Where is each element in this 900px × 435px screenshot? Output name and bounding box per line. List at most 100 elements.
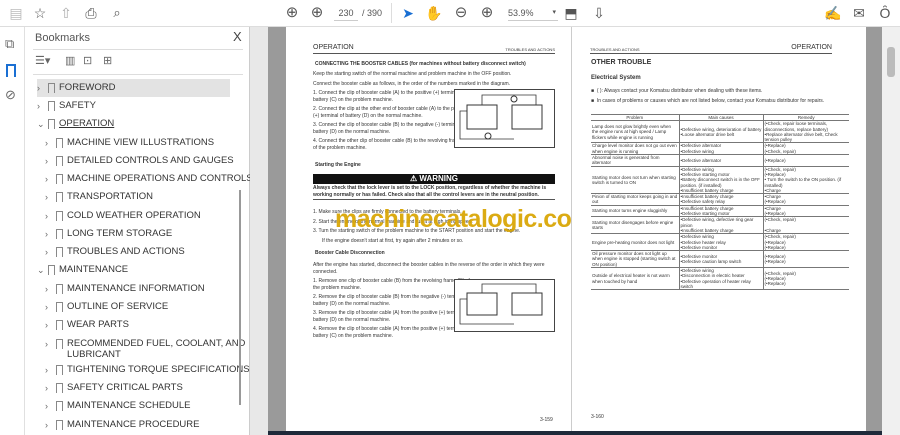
step: 1. Remove one clip of booster cable (B) … bbox=[313, 278, 470, 291]
paragraph: If the engine doesn't start at first, tr… bbox=[322, 238, 464, 244]
warning-banner: ⚠ WARNING bbox=[313, 174, 555, 184]
step: 4. Remove the clip of booster cable (A) … bbox=[313, 326, 470, 339]
options-menu-icon[interactable]: ☰▾ bbox=[35, 54, 50, 67]
zoom-out-icon[interactable]: ⊖ bbox=[452, 4, 470, 22]
chevron-right-icon[interactable]: › bbox=[45, 397, 53, 415]
select-cursor-icon[interactable]: ➤ bbox=[399, 4, 417, 22]
table-row: Starting motor turns engine sluggishly •I… bbox=[591, 204, 849, 217]
chevron-right-icon[interactable]: › bbox=[45, 152, 53, 170]
chevron-right-icon[interactable]: › bbox=[45, 298, 53, 316]
chevron-right-icon[interactable]: › bbox=[45, 335, 53, 353]
panel-gap bbox=[250, 27, 268, 435]
bookmark-item[interactable]: › MACHINE OPERATIONS AND CONTROLS bbox=[45, 170, 253, 188]
bookmark-item[interactable]: ⌄ OPERATION bbox=[37, 115, 230, 133]
bookmark-item[interactable]: › MAINTENANCE PROCEDURE bbox=[45, 416, 230, 434]
chevron-right-icon[interactable]: › bbox=[45, 280, 53, 298]
bookmark-label: MACHINE VIEW ILLUSTRATIONS bbox=[67, 137, 215, 148]
bookmark-icon bbox=[56, 284, 63, 294]
table-cell: •Insufficient battery charge •Defective … bbox=[678, 193, 763, 206]
bookmark-label: MAINTENANCE bbox=[59, 264, 129, 275]
chevron-right-icon[interactable]: › bbox=[45, 207, 53, 225]
document-background bbox=[268, 27, 286, 432]
header-left: TROUBLES AND ACTIONS bbox=[590, 47, 640, 52]
bookmark-item[interactable]: › DETAILED CONTROLS AND GAUGES bbox=[45, 152, 234, 170]
table-cell: Abnormal noise is generated from alterna… bbox=[591, 154, 679, 167]
attachments-icon[interactable]: ⊘ bbox=[5, 87, 16, 103]
step: 2. Remove the clip of booster cable (B) … bbox=[313, 294, 471, 307]
zoom-in-icon[interactable]: ⊕ bbox=[478, 4, 496, 22]
bookmark-item[interactable]: › SAFETY bbox=[37, 97, 230, 115]
chevron-right-icon[interactable]: › bbox=[45, 225, 53, 243]
bookmark-item[interactable]: › OUTLINE OF SERVICE bbox=[45, 298, 230, 316]
next-page-icon[interactable]: ⊕ bbox=[308, 4, 326, 22]
bookmark-item[interactable]: › MAINTENANCE SCHEDULE bbox=[45, 397, 230, 415]
bookmark-item[interactable]: › TRANSPORTATION bbox=[45, 188, 230, 206]
bookmark-icon bbox=[48, 83, 55, 93]
zoom-select[interactable]: 53.9% ▾ bbox=[508, 6, 558, 21]
search-icon[interactable]: ⌕ bbox=[108, 4, 126, 22]
star-icon[interactable]: ☆ bbox=[31, 4, 49, 22]
bookmark-item[interactable]: › WEAR PARTS bbox=[45, 316, 230, 334]
chevron-right-icon[interactable]: › bbox=[45, 316, 53, 334]
bookmark-item[interactable]: › TIGHTENING TORQUE SPECIFICATIONS bbox=[45, 361, 250, 379]
bookmark-label: OPERATION bbox=[59, 118, 115, 129]
chevron-down-icon[interactable]: ⌄ bbox=[37, 261, 45, 279]
bookmark-label: MAINTENANCE SCHEDULE bbox=[67, 400, 191, 411]
bookmark-item[interactable]: › COLD WEATHER OPERATION bbox=[45, 207, 230, 225]
print-icon[interactable]: ⎙ bbox=[82, 4, 100, 22]
scroll-mode-icon[interactable]: ⇩ bbox=[590, 4, 608, 22]
fit-page-icon[interactable]: ⬒ bbox=[562, 4, 580, 22]
table-cell: •Charge (•Replace) bbox=[762, 204, 849, 217]
table-cell: •Defective alternator •Defective wiring bbox=[678, 142, 763, 155]
prev-page-icon[interactable]: ⊕ bbox=[283, 4, 301, 22]
section-title: OTHER TROUBLE bbox=[591, 59, 652, 66]
bullet-text: In cases of problems or causes which are… bbox=[596, 98, 825, 104]
user-icon[interactable]: Ȏ bbox=[876, 4, 894, 22]
bookmark-item[interactable]: › MAINTENANCE INFORMATION bbox=[45, 280, 230, 298]
bookmark-item[interactable]: › LONG TERM STORAGE bbox=[45, 225, 230, 243]
scrollbar-thumb[interactable] bbox=[887, 47, 895, 77]
page-thumbnails-icon[interactable]: ⧉ bbox=[5, 36, 14, 52]
chevron-right-icon[interactable]: › bbox=[45, 243, 53, 261]
chevron-right-icon[interactable]: › bbox=[45, 188, 53, 206]
step: 1. Connect the clip of booster cable (A)… bbox=[313, 90, 465, 103]
bookmark-item[interactable]: ⌄ MAINTENANCE bbox=[37, 261, 230, 279]
chevron-right-icon[interactable]: › bbox=[37, 79, 45, 97]
bookmark-panel-icon[interactable] bbox=[6, 64, 16, 77]
page-number-input[interactable]: 230 bbox=[334, 6, 358, 21]
chevron-right-icon[interactable]: › bbox=[45, 416, 53, 434]
sign-icon[interactable]: ✍ bbox=[824, 4, 842, 22]
new-bookmark-from-structure-icon[interactable]: ⊞ bbox=[103, 54, 112, 67]
delete-bookmark-icon[interactable]: ▥ bbox=[65, 54, 75, 67]
bookmark-icon bbox=[56, 365, 63, 375]
chevron-right-icon[interactable]: › bbox=[37, 97, 45, 115]
table-cell: •Defective wiring •Defective starting mo… bbox=[678, 165, 763, 194]
chevron-down-icon[interactable]: ⌄ bbox=[37, 115, 45, 133]
section-title: CONNECTING THE BOOSTER CABLES (for machi… bbox=[315, 61, 526, 67]
upload-icon[interactable]: ⇧ bbox=[57, 4, 75, 22]
header-right: TROUBLES AND ACTIONS bbox=[505, 47, 555, 52]
chevron-right-icon[interactable]: › bbox=[45, 134, 53, 152]
zoom-value: 53.9% bbox=[508, 8, 534, 18]
bookmark-item[interactable]: › MACHINE VIEW ILLUSTRATIONS bbox=[45, 134, 230, 152]
bookmark-icon bbox=[56, 339, 63, 349]
bookmark-item[interactable]: › RECOMMENDED FUEL, COOLANT, AND LUBRICANT bbox=[45, 335, 245, 363]
chevron-down-icon: ▾ bbox=[552, 9, 556, 16]
header-right: OPERATION bbox=[791, 44, 832, 51]
bookmarks-scrollbar[interactable] bbox=[239, 190, 241, 405]
mail-icon[interactable]: ✉ bbox=[850, 4, 868, 22]
bookmark-item[interactable]: › SAFETY CRITICAL PARTS bbox=[45, 379, 230, 397]
chevron-right-icon[interactable]: › bbox=[45, 170, 53, 188]
chevron-right-icon[interactable]: › bbox=[45, 361, 53, 379]
bookmark-item[interactable]: › TROUBLES AND ACTIONS bbox=[45, 243, 230, 261]
bookmark-item[interactable]: › FOREWORD bbox=[37, 79, 230, 97]
new-bookmark-icon[interactable]: ⊡ bbox=[83, 54, 92, 67]
document-scrollbar[interactable] bbox=[882, 27, 900, 435]
bookmark-label: TROUBLES AND ACTIONS bbox=[67, 246, 185, 257]
chevron-right-icon[interactable]: › bbox=[45, 379, 53, 397]
table-cell: (•Replace) (•Check, repair) bbox=[762, 142, 849, 155]
hand-tool-icon[interactable]: ✋ bbox=[425, 4, 443, 22]
close-icon[interactable]: X bbox=[233, 29, 242, 44]
bullet-text: ( ): Always contact your Komatsu distrib… bbox=[596, 88, 763, 94]
save-icon[interactable]: ▤ bbox=[7, 4, 25, 22]
